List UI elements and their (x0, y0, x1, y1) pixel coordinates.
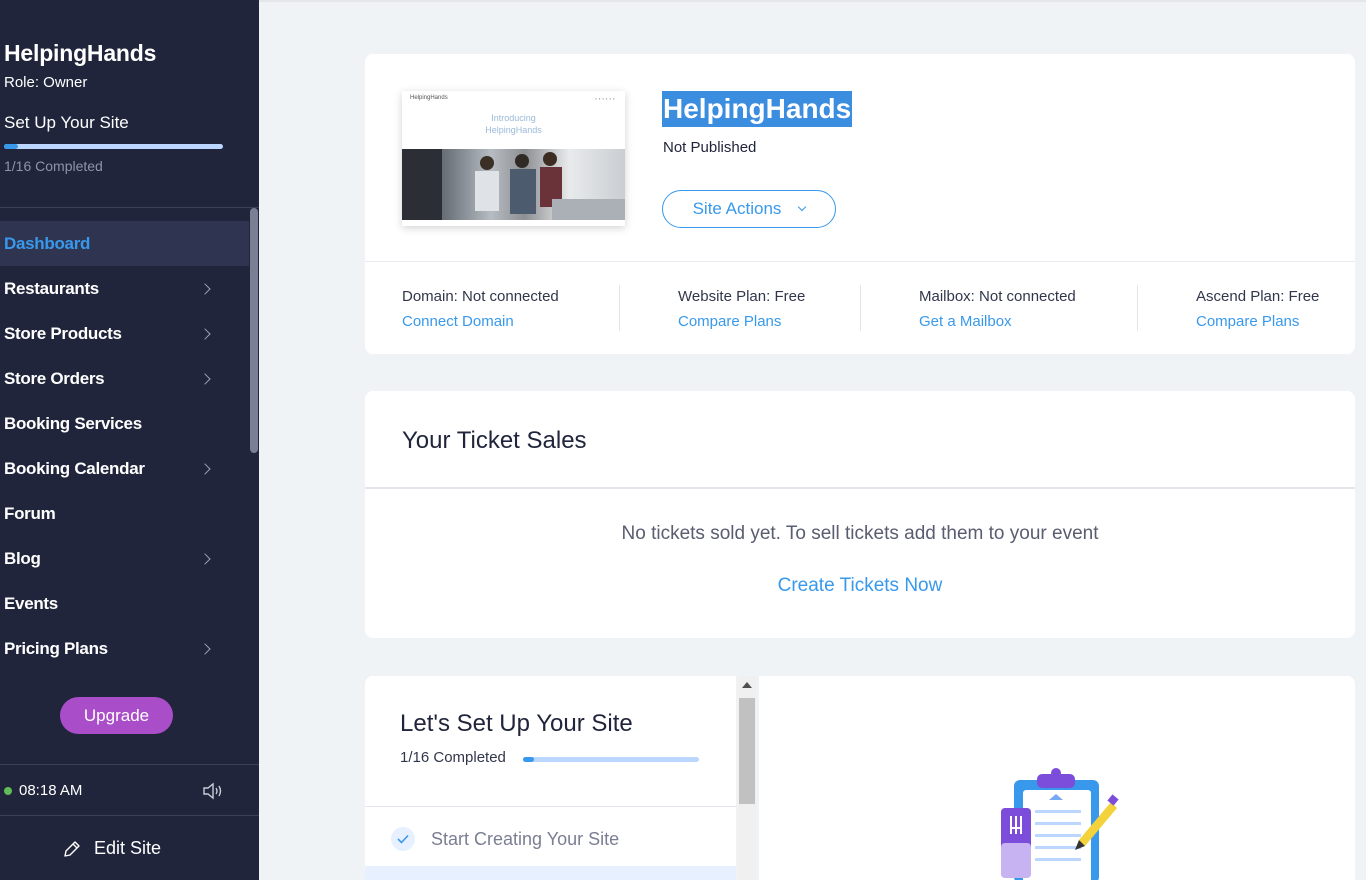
sidebar-setup-progress-bar (4, 144, 223, 149)
sidebar-item-restaurants[interactable]: Restaurants (0, 266, 249, 311)
plan-label: Ascend Plan: Free (1196, 288, 1320, 305)
divider (619, 285, 620, 331)
site-overview-card: HelpingHands ▪ ▪ ▪ ▪ ▪ ▪ Introducing Hel… (365, 54, 1355, 354)
sidebar-item-store-orders[interactable]: Store Orders (0, 356, 249, 401)
status-time: 08:18 AM (4, 782, 82, 799)
sidebar-scrollbar-thumb[interactable] (250, 208, 258, 453)
site-actions-dropdown[interactable]: Site Actions (662, 190, 836, 228)
sidebar-role: Role: Owner (4, 74, 88, 91)
divider (0, 207, 259, 208)
scroll-up-arrow-icon[interactable] (742, 682, 752, 688)
sidebar-item-booking-calendar[interactable]: Booking Calendar (0, 446, 249, 491)
ticket-sales-title: Your Ticket Sales (402, 427, 587, 454)
ticket-sales-card: Your Ticket Sales No tickets sold yet. T… (365, 391, 1355, 638)
sidebar-nav: Dashboard Restaurants Store Products Store … (0, 221, 249, 671)
setup-checklist-card: Let's Set Up Your Site 1/16 Completed St… (365, 676, 736, 880)
plan-label: Mailbox: Not connected (919, 288, 1076, 305)
online-status-dot (4, 786, 12, 795)
thumbnail-menu: ▪ ▪ ▪ ▪ ▪ ▪ (595, 96, 615, 101)
sidebar: HelpingHands Role: Owner Set Up Your Sit… (0, 0, 259, 880)
sidebar-item-label: Forum (4, 503, 56, 523)
top-border (259, 0, 1366, 2)
thumbnail-photo (402, 149, 625, 220)
chevron-down-icon (798, 202, 807, 212)
sidebar-item-store-products[interactable]: Store Products (0, 311, 249, 356)
sidebar-item-label: Store Products (4, 323, 122, 343)
chevron-right-icon (199, 642, 211, 655)
thumbnail-brand: HelpingHands (410, 95, 448, 101)
sidebar-item-events[interactable]: Events (0, 581, 249, 626)
clipboard-illustration-icon (1001, 768, 1119, 880)
site-actions-label: Site Actions (692, 199, 782, 218)
setup-progress-bar (523, 757, 699, 762)
sidebar-item-booking-services[interactable]: Booking Services (0, 401, 249, 446)
thumbnail-heading-line1: Introducing (491, 113, 536, 123)
sidebar-scrollbar[interactable] (249, 208, 259, 468)
setup-illustration-card (759, 676, 1355, 880)
sidebar-item-label: Blog (4, 548, 41, 568)
setup-progress-fill (523, 757, 534, 762)
edit-site-button[interactable]: Edit Site (62, 838, 161, 859)
compare-plans-link[interactable]: Compare Plans (1196, 313, 1319, 330)
plan-label: Website Plan: Free (678, 288, 806, 305)
edit-site-label: Edit Site (94, 838, 162, 858)
sidebar-item-label: Store Orders (4, 368, 105, 388)
setup-step-start-creating[interactable]: Start Creating Your Site (431, 829, 619, 850)
sidebar-site-name: HelpingHands (4, 40, 157, 66)
divider (0, 815, 259, 816)
setup-checklist-title: Let's Set Up Your Site (400, 710, 633, 737)
sidebar-setup-title[interactable]: Set Up Your Site (4, 113, 129, 133)
plan-label: Domain: Not connected (402, 288, 559, 305)
divider (365, 261, 1355, 262)
ticket-sales-empty-message: No tickets sold yet. To sell tickets add… (621, 523, 1099, 544)
sidebar-item-forum[interactable]: Forum (0, 491, 249, 536)
site-title[interactable]: HelpingHands (662, 91, 853, 127)
publish-status: Not Published (663, 139, 757, 156)
sidebar-item-label: Restaurants (4, 278, 99, 298)
divider (0, 764, 259, 765)
divider (365, 806, 736, 807)
connect-domain-link[interactable]: Connect Domain (402, 313, 559, 330)
sidebar-completed-count: 1/16 Completed (4, 158, 103, 174)
divider (1137, 285, 1138, 331)
divider (860, 285, 861, 331)
sidebar-item-label: Booking Calendar (4, 458, 145, 478)
compare-plans-link[interactable]: Compare Plans (678, 313, 805, 330)
thumbnail-header: HelpingHands ▪ ▪ ▪ ▪ ▪ ▪ Introducing Hel… (402, 91, 625, 149)
chevron-right-icon (199, 462, 211, 475)
speaker-icon[interactable] (202, 781, 226, 801)
get-mailbox-link[interactable]: Get a Mailbox (919, 313, 1076, 330)
current-time: 08:18 AM (19, 782, 83, 799)
sidebar-item-dashboard[interactable]: Dashboard (0, 221, 249, 266)
thumbnail-heading-line2: HelpingHands (485, 125, 542, 135)
sidebar-item-blog[interactable]: Blog (0, 536, 249, 581)
chevron-right-icon (199, 282, 211, 295)
chevron-right-icon (199, 552, 211, 565)
setup-scrollbar-thumb[interactable] (739, 698, 755, 804)
upgrade-button[interactable]: Upgrade (60, 697, 173, 734)
plan-mailbox: Mailbox: Not connected Get a Mailbox (919, 288, 1076, 330)
setup-step-next-highlight[interactable] (365, 866, 736, 880)
sidebar-item-label: Events (4, 593, 58, 613)
sidebar-item-label: Pricing Plans (4, 638, 108, 658)
plan-website: Website Plan: Free Compare Plans (678, 288, 805, 330)
chevron-right-icon (199, 327, 211, 340)
plan-ascend: Ascend Plan: Free Compare Plans (1196, 288, 1319, 330)
pencil-icon (64, 840, 80, 857)
divider (365, 487, 1355, 489)
check-icon (391, 827, 415, 851)
setup-completed-count: 1/16 Completed (400, 749, 506, 766)
sidebar-item-pricing-plans[interactable]: Pricing Plans (0, 626, 249, 671)
create-tickets-link[interactable]: Create Tickets Now (365, 575, 1355, 597)
plan-domain: Domain: Not connected Connect Domain (402, 288, 559, 330)
setup-scrollbar[interactable] (738, 676, 756, 880)
sidebar-item-label: Dashboard (4, 233, 91, 253)
sidebar-setup-progress-fill (4, 144, 18, 149)
site-thumbnail[interactable]: HelpingHands ▪ ▪ ▪ ▪ ▪ ▪ Introducing Hel… (402, 91, 625, 226)
sidebar-item-label: Booking Services (4, 413, 142, 433)
chevron-right-icon (199, 372, 211, 385)
